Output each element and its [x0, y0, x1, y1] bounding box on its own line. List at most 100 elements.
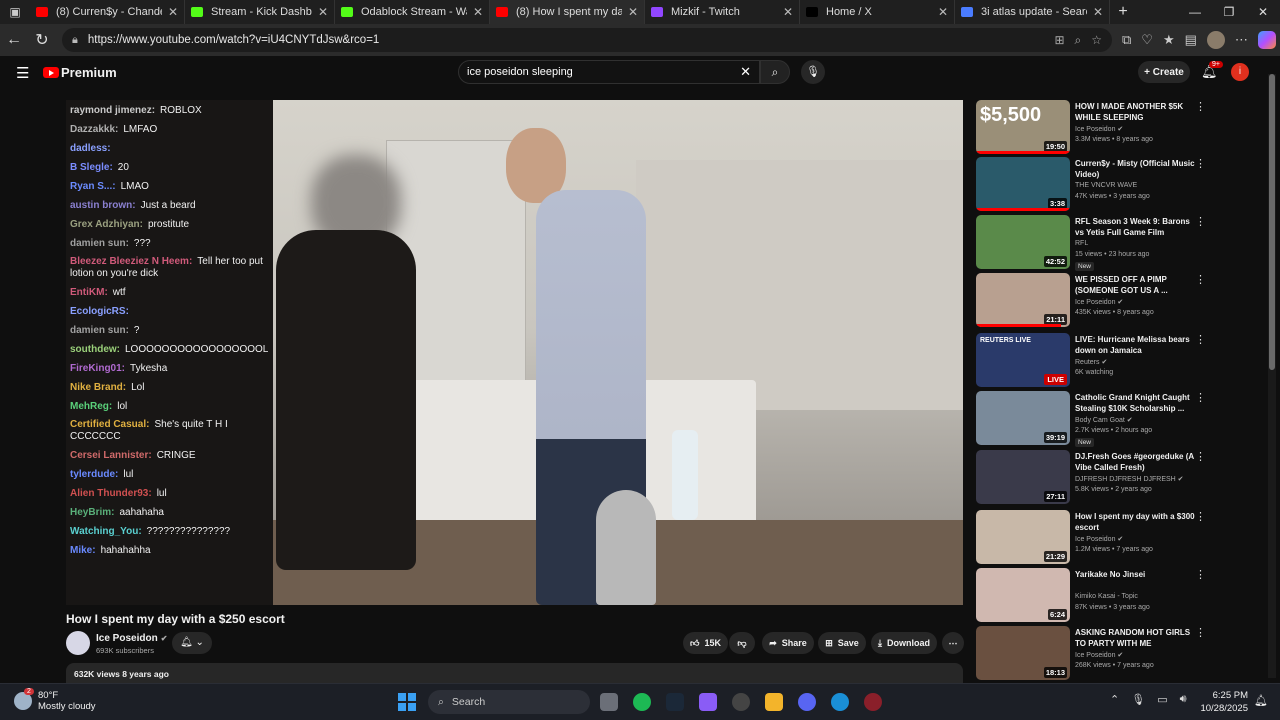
- zoom-icon[interactable]: ⌕: [1075, 33, 1082, 48]
- recommended-channel[interactable]: Kimiko Kasai - Topic: [1075, 593, 1138, 600]
- tab-close-icon[interactable]: ✕: [318, 5, 328, 19]
- taskbar-search-input[interactable]: ⌕ Search: [428, 690, 590, 714]
- tab-actions-icon[interactable]: ▣: [0, 0, 30, 24]
- profile-avatar[interactable]: [1206, 31, 1225, 49]
- scrollbar-thumb[interactable]: [1269, 74, 1275, 370]
- video-player[interactable]: raymond jimenez: ROBLOX Dazzakkk: LMFAO dadl…: [66, 100, 963, 605]
- file-explorer-icon[interactable]: [765, 693, 783, 711]
- channel-avatar[interactable]: [66, 631, 90, 655]
- show-hidden-icons-icon[interactable]: ⌃: [1110, 693, 1119, 706]
- video-thumbnail[interactable]: 18:13: [976, 626, 1070, 680]
- recommended-title[interactable]: How I spent my day with a $300 escort: [1075, 511, 1197, 533]
- volume-icon[interactable]: 🔊︎: [1180, 693, 1187, 706]
- more-options-icon[interactable]: ⋮: [1195, 450, 1206, 463]
- video-thumbnail[interactable]: $5,500 19:50: [976, 100, 1070, 154]
- favorite-star-icon[interactable]: ☆: [1091, 33, 1102, 48]
- download-button[interactable]: ⤓ Download: [871, 632, 937, 654]
- clear-search-icon[interactable]: ✕: [740, 64, 751, 80]
- spotify-icon[interactable]: [633, 693, 651, 711]
- extensions-icon[interactable]: ⧉: [1122, 32, 1131, 48]
- taskbar-clock[interactable]: 6:25 PM 10/28/2025: [1200, 689, 1248, 715]
- video-thumbnail[interactable]: REUTERS LIVE LIVE: [976, 333, 1070, 387]
- account-avatar[interactable]: i: [1231, 63, 1249, 81]
- recommended-title[interactable]: HOW I MADE ANOTHER $5K WHILE SLEEPING: [1075, 101, 1197, 123]
- recommended-title[interactable]: WE PISSED OFF A PIMP (SOMEONE GOT US A .…: [1075, 274, 1197, 296]
- browser-tab[interactable]: 3i atlas update - Search ✕: [955, 0, 1110, 24]
- browser-tab[interactable]: (8) Curren$y - Chandelier (O ✕: [30, 0, 185, 24]
- recommended-title[interactable]: Catholic Grand Knight Caught Stealing $1…: [1075, 392, 1197, 414]
- subscription-bell-button[interactable]: 🔔︎ ⌄: [172, 632, 212, 654]
- recommended-video[interactable]: 21:29 How I spent my day with a $300 esco…: [976, 510, 1256, 564]
- back-icon[interactable]: ←: [0, 31, 28, 49]
- more-options-icon[interactable]: ⋮: [1195, 333, 1206, 346]
- recommended-title[interactable]: LIVE: Hurricane Melissa bears down on Ja…: [1075, 334, 1197, 356]
- recommended-channel[interactable]: DJFRESH DJFRESH DJFRESH ✔: [1075, 475, 1184, 483]
- tab-close-icon[interactable]: ✕: [1093, 5, 1103, 19]
- video-thumbnail[interactable]: 21:29: [976, 510, 1070, 564]
- settings-more-icon[interactable]: ⋯: [1235, 32, 1248, 48]
- recommended-title[interactable]: ASKING RANDOM HOT GIRLS TO PARTY WITH ME: [1075, 627, 1197, 649]
- like-button[interactable]: 👍︎ 15K: [683, 632, 728, 654]
- recommended-video[interactable]: REUTERS LIVE LIVE LIVE: Hurricane Melissa …: [976, 333, 1256, 387]
- recommended-channel[interactable]: Ice Poseidon ✔: [1075, 651, 1123, 659]
- edge-icon[interactable]: [831, 693, 849, 711]
- more-options-icon[interactable]: ⋮: [1195, 568, 1206, 581]
- create-button[interactable]: + Create: [1138, 61, 1190, 83]
- recommended-video[interactable]: 18:13 ASKING RANDOM HOT GIRLS TO PARTY WI…: [976, 626, 1256, 680]
- browser-tab[interactable]: (8) How I spent my da ✕: [490, 0, 645, 24]
- save-button[interactable]: ⊞ Save: [818, 632, 866, 654]
- more-options-icon[interactable]: ⋮: [1195, 215, 1206, 228]
- dislike-button[interactable]: 👎︎: [729, 632, 755, 654]
- minimize-icon[interactable]: —: [1178, 0, 1212, 24]
- discord-icon[interactable]: [798, 693, 816, 711]
- search-input[interactable]: ice poseidon sleeping ✕: [458, 60, 760, 84]
- new-tab-button[interactable]: +: [1110, 3, 1136, 21]
- more-options-icon[interactable]: ⋮: [1195, 100, 1206, 113]
- copilot-icon[interactable]: [1257, 31, 1276, 49]
- recommended-title[interactable]: DJ.Fresh Goes #georgeduke (A Vibe Called…: [1075, 451, 1197, 473]
- recommended-video[interactable]: 3:38 Curren$y - Misty (Official Music Vid…: [976, 157, 1256, 211]
- more-options-icon[interactable]: ⋮: [1195, 510, 1206, 523]
- recommended-title[interactable]: Curren$y - Misty (Official Music Video): [1075, 158, 1197, 180]
- start-menu-icon[interactable]: [398, 693, 416, 711]
- video-thumbnail[interactable]: 27:11: [976, 450, 1070, 504]
- video-thumbnail[interactable]: 6:24: [976, 568, 1070, 622]
- recommended-channel[interactable]: Ice Poseidon ✔: [1075, 535, 1123, 543]
- app-available-icon[interactable]: ⊞: [1054, 33, 1064, 48]
- channel-name[interactable]: Ice Poseidon ✔: [96, 633, 167, 644]
- restore-icon[interactable]: ❐: [1212, 0, 1246, 24]
- display-icon[interactable]: ▭: [1157, 693, 1167, 706]
- task-view-icon[interactable]: [600, 693, 618, 711]
- recommended-channel[interactable]: THE VNCVR WAVE: [1075, 182, 1137, 189]
- recommended-channel[interactable]: Ice Poseidon ✔: [1075, 125, 1123, 133]
- more-actions-button[interactable]: ⋯: [942, 632, 964, 654]
- browser-tab[interactable]: Odablock Stream - Watch Liv ✕: [335, 0, 490, 24]
- more-options-icon[interactable]: ⋮: [1195, 273, 1206, 286]
- steam-icon[interactable]: [666, 693, 684, 711]
- recommended-channel[interactable]: RFL: [1075, 240, 1088, 247]
- tab-close-icon[interactable]: ✕: [168, 5, 178, 19]
- browser-tab[interactable]: Stream - Kick Dashboard ✕: [185, 0, 335, 24]
- tab-close-icon[interactable]: ✕: [938, 5, 948, 19]
- recommended-title[interactable]: Yarikake No Jinsei: [1075, 569, 1197, 580]
- more-options-icon[interactable]: ⋮: [1195, 157, 1206, 170]
- recommended-video[interactable]: 6:24 Yarikake No Jinsei Kimiko Kasai - Top…: [976, 568, 1256, 622]
- tab-close-icon[interactable]: ✕: [628, 5, 638, 19]
- app-icon[interactable]: [864, 693, 882, 711]
- recommended-video[interactable]: 39:19 Catholic Grand Knight Caught Steali…: [976, 391, 1256, 447]
- page-scrollbar[interactable]: [1268, 74, 1276, 678]
- recommended-video[interactable]: 42:52 RFL Season 3 Week 9: Barons vs Yeti…: [976, 215, 1256, 271]
- browser-essentials-icon[interactable]: ♡: [1141, 32, 1153, 48]
- browser-tab[interactable]: Home / X ✕: [800, 0, 955, 24]
- more-options-icon[interactable]: ⋮: [1195, 626, 1206, 639]
- share-button[interactable]: ➦ Share: [762, 632, 814, 654]
- site-info-icon[interactable]: 🔒︎: [72, 34, 78, 47]
- recommended-video[interactable]: $5,500 19:50 HOW I MADE ANOTHER $5K WHILE …: [976, 100, 1256, 154]
- recommended-channel[interactable]: Reuters ✔: [1075, 358, 1107, 366]
- search-button[interactable]: ⌕: [760, 60, 790, 84]
- voice-search-icon[interactable]: 🎙︎: [801, 60, 825, 84]
- close-window-icon[interactable]: ✕: [1246, 0, 1280, 24]
- more-options-icon[interactable]: ⋮: [1195, 391, 1206, 404]
- recommended-title[interactable]: RFL Season 3 Week 9: Barons vs Yetis Ful…: [1075, 216, 1197, 238]
- recommended-video[interactable]: 27:11 DJ.Fresh Goes #georgeduke (A Vibe C…: [976, 450, 1256, 504]
